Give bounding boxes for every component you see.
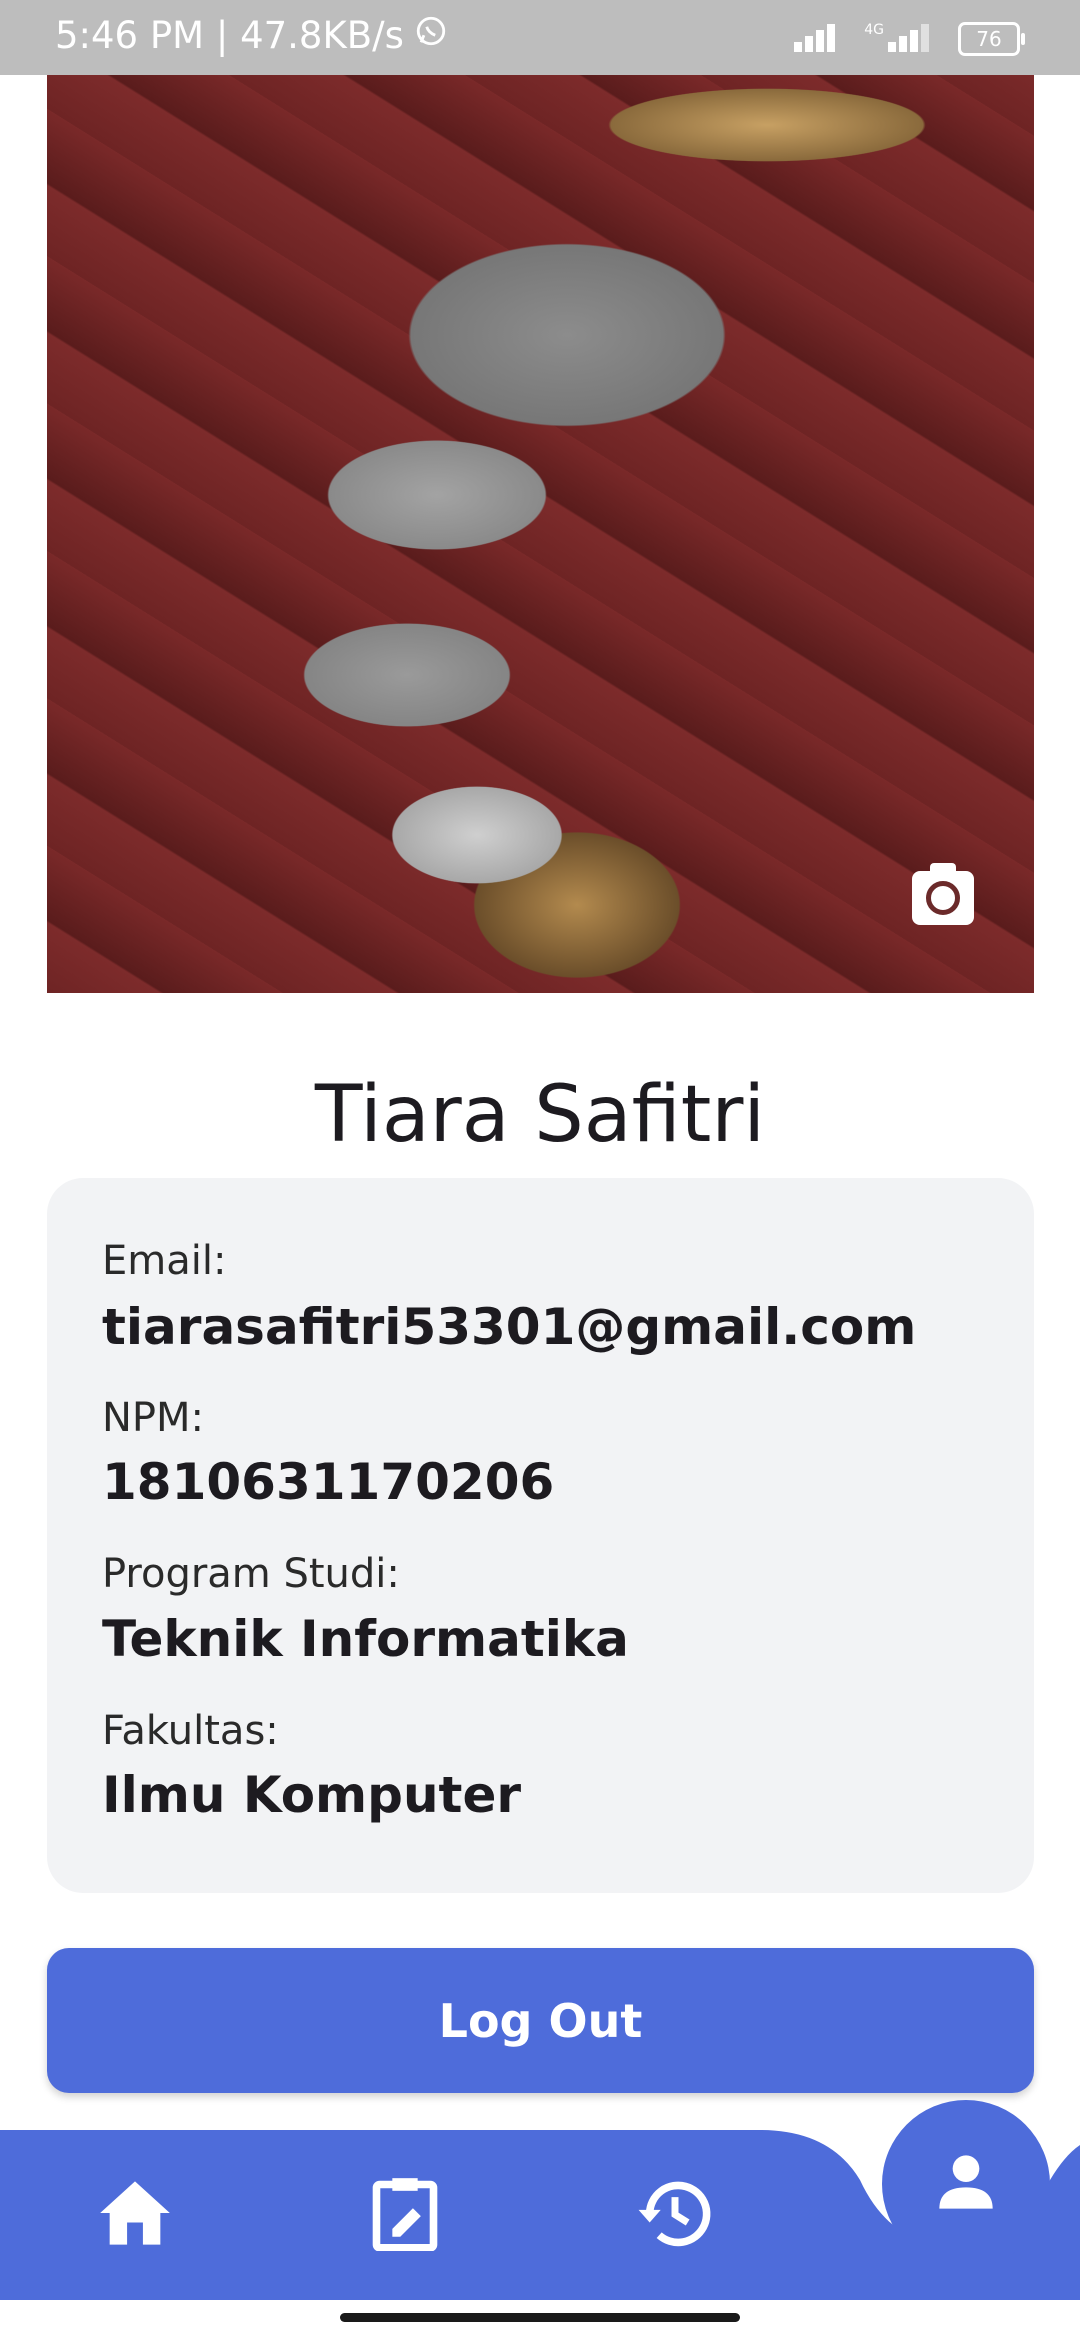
logout-button[interactable]: Log Out: [47, 1948, 1034, 2093]
status-right: 4G 76: [794, 22, 1025, 56]
nav-history[interactable]: [625, 2165, 725, 2265]
history-icon: [637, 2178, 713, 2252]
nav-tasks[interactable]: [355, 2165, 455, 2265]
signal-icon: [794, 22, 846, 56]
whatsapp-icon: [414, 14, 448, 57]
fakultas-value: Ilmu Komputer: [102, 1766, 522, 1824]
npm-label: NPM:: [102, 1395, 205, 1441]
nav-profile[interactable]: [882, 2100, 1050, 2268]
prodi-label: Program Studi:: [102, 1551, 400, 1597]
home-icon: [97, 2178, 173, 2252]
person-icon: [934, 2150, 998, 2218]
fakultas-label: Fakultas:: [102, 1708, 279, 1754]
status-bar: 5:46 PM | 47.8KB/s 4G 76: [0, 0, 1080, 75]
email-label: Email:: [102, 1238, 227, 1284]
status-left: 5:46 PM | 47.8KB/s: [55, 14, 448, 57]
npm-value: 1810631170206: [102, 1453, 555, 1511]
email-value: tiarasafitri53301@gmail.com: [102, 1298, 917, 1356]
camera-lens: [926, 881, 960, 915]
edit-note-icon: [370, 2175, 440, 2255]
status-time-speed: 5:46 PM | 47.8KB/s: [55, 14, 404, 57]
prodi-value: Teknik Informatika: [102, 1610, 629, 1668]
network-type-label: 4G: [864, 22, 884, 38]
home-indicator[interactable]: [340, 2313, 740, 2322]
bottom-nav: [0, 2100, 1080, 2300]
nav-home[interactable]: [85, 2165, 185, 2265]
profile-name: Tiara Safitri: [314, 1070, 766, 1160]
profile-photo: [47, 75, 1034, 993]
camera-icon[interactable]: [912, 863, 974, 925]
info-card: Email: tiarasafitri53301@gmail.com NPM: …: [47, 1178, 1034, 1893]
signal-icon-2: [888, 22, 940, 56]
battery-icon: 76: [958, 22, 1025, 56]
